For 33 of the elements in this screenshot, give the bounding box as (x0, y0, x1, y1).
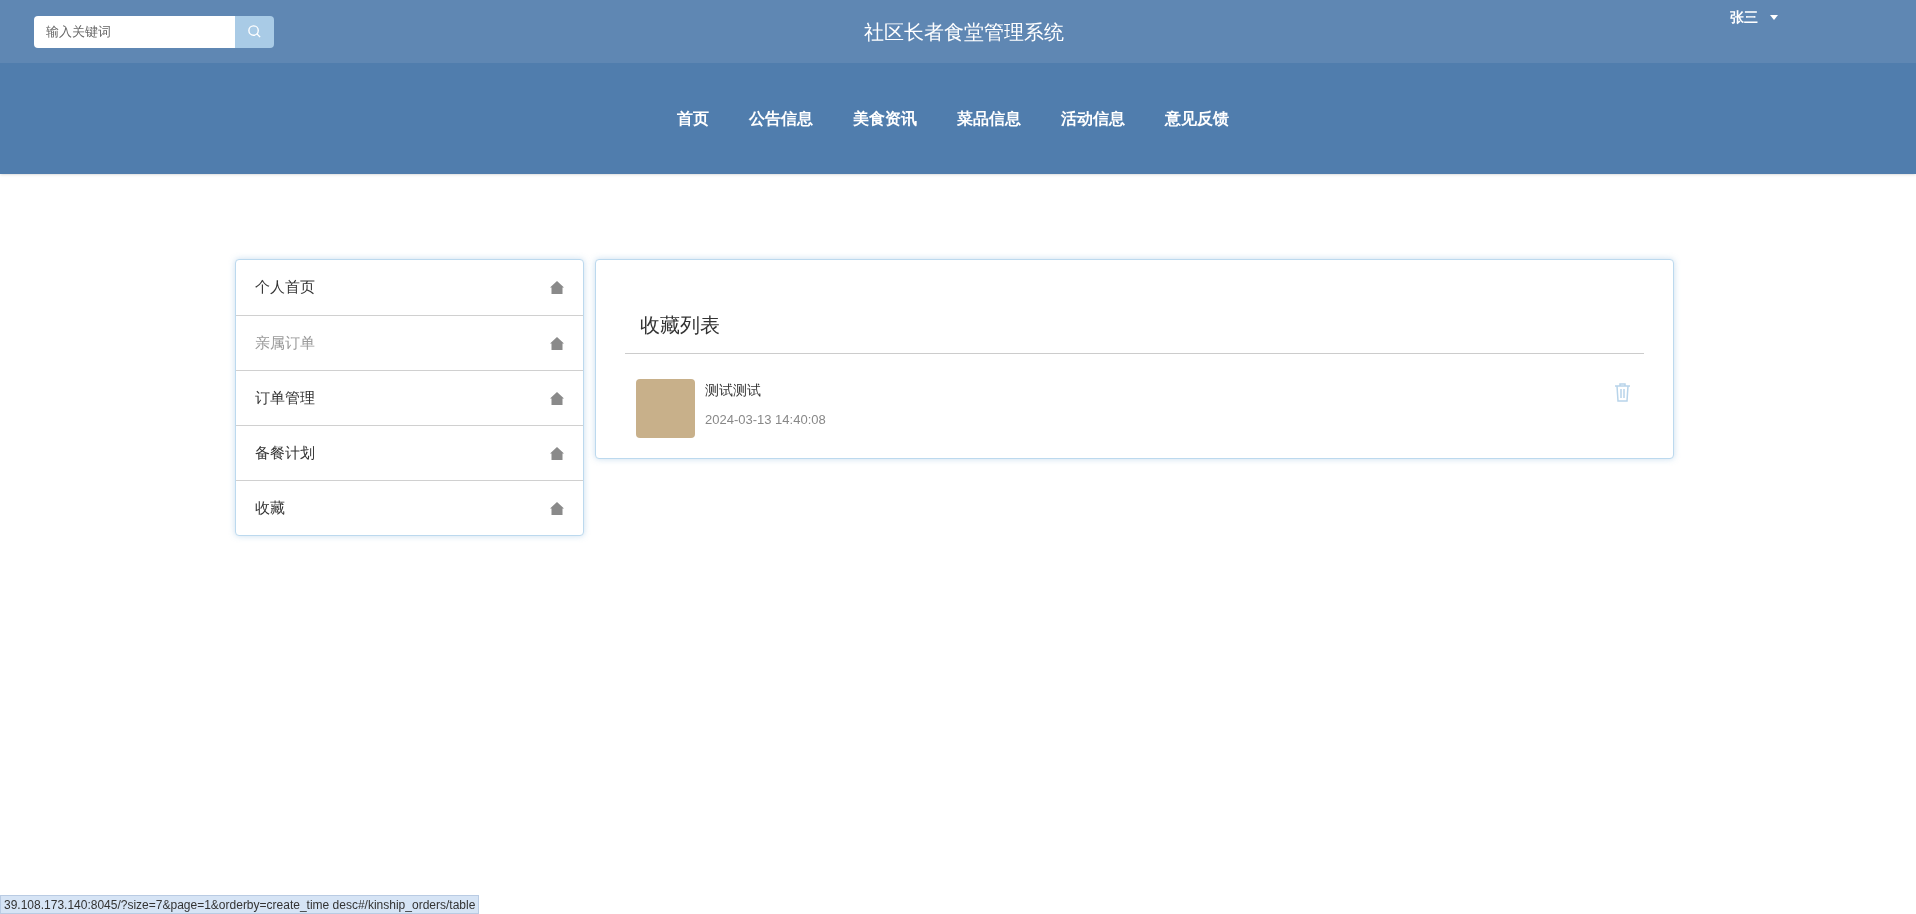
favorites-title: 收藏列表 (625, 310, 1644, 354)
home-icon (550, 501, 564, 515)
sidebar-item-label: 收藏 (255, 497, 285, 518)
favorite-name[interactable]: 测试测试 (705, 380, 1614, 401)
search-button[interactable] (235, 15, 274, 48)
site-title: 社区长者食堂管理系统 (864, 19, 1064, 45)
search-icon (247, 24, 262, 39)
status-bar: 39.108.173.140:8045/?size=7&page=1&orderby=create_time desc#/kinship_orders/table (0, 895, 480, 914)
trash-icon (1614, 383, 1631, 402)
nav-link[interactable]: 首页 (677, 106, 709, 131)
nav-link[interactable]: 美食资讯 (853, 106, 917, 131)
sidebar-item[interactable]: 订单管理 (236, 370, 583, 425)
nav-link[interactable]: 活动信息 (1061, 106, 1125, 131)
sidebar-item-label: 亲属订单 (255, 332, 315, 353)
nav-link[interactable]: 菜品信息 (957, 106, 1021, 131)
sidebar-item[interactable]: 收藏 (236, 480, 583, 535)
photo-placeholder (636, 379, 695, 438)
sidebar-item-label: 备餐计划 (255, 442, 315, 463)
sidebar-item-label: 个人首页 (255, 277, 315, 298)
caret-icon (1770, 15, 1778, 20)
home-icon (550, 281, 564, 294)
home-icon (550, 336, 564, 350)
search-field[interactable]: 输入关键词 (34, 15, 235, 48)
nav-link[interactable]: 公告信息 (749, 106, 813, 131)
sidebar-item[interactable]: 备餐计划 (236, 425, 583, 480)
sidebar-item-label: 订单管理 (255, 387, 315, 408)
user-menu[interactable]: 张三 (1730, 7, 1778, 28)
nav-link[interactable]: 意见反馈 (1165, 106, 1229, 131)
favorite-time: 2024-03-13 14:40:08 (705, 411, 827, 429)
home-icon (550, 446, 564, 460)
home-icon (550, 391, 564, 405)
sidebar-item[interactable]: 亲属订单 (236, 315, 583, 370)
sidebar-item[interactable]: 个人首页 (236, 260, 583, 315)
